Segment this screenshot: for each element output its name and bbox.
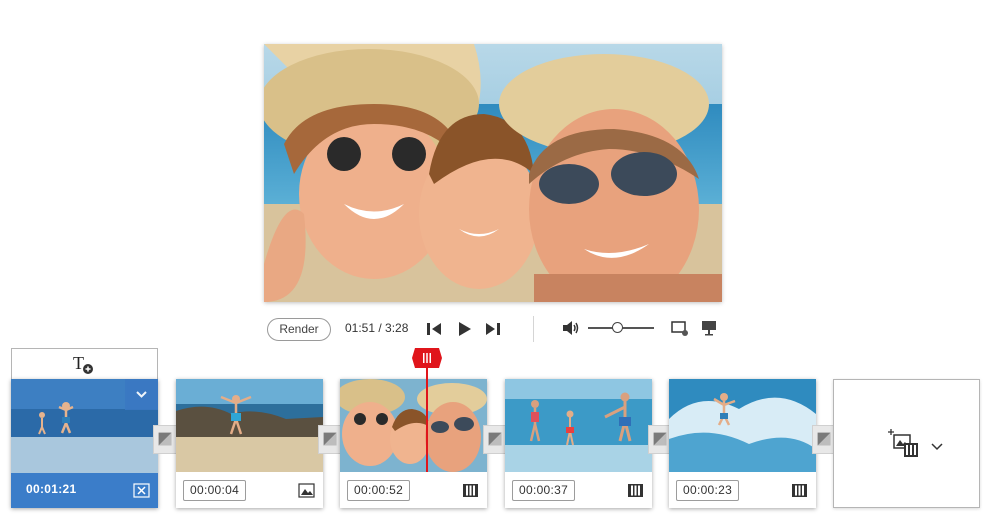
render-button[interactable]: Render	[267, 318, 331, 341]
clip-duration: 00:01:21	[26, 482, 77, 496]
timeline-clip-3[interactable]: 00:00:52	[340, 379, 487, 508]
play-icon[interactable]	[454, 319, 474, 339]
video-clip-icon	[791, 483, 808, 498]
svg-text:T: T	[73, 353, 84, 373]
volume-slider-knob[interactable]	[612, 322, 624, 333]
add-media-icon[interactable]	[887, 426, 921, 460]
timeline-clip-1[interactable]: 00:01:21	[11, 379, 158, 508]
clip-duration: 00:00:04	[183, 480, 247, 501]
timecode-display: 01:51 / 3:28	[345, 321, 409, 335]
video-clip-icon	[462, 483, 479, 498]
clip-thumbnail	[505, 379, 652, 472]
clip-thumbnail	[176, 379, 323, 472]
external-display-icon[interactable]	[700, 319, 718, 337]
clip-options-dropdown[interactable]	[125, 379, 158, 410]
video-clip-icon	[627, 483, 644, 498]
clip-thumbnail	[340, 379, 487, 472]
timeline-clip-5[interactable]: 00:00:23	[669, 379, 816, 508]
clip-duration: 00:00:52	[347, 480, 411, 501]
image-clip-icon	[298, 483, 315, 498]
video-preview[interactable]	[264, 44, 722, 302]
volume-icon[interactable]	[561, 319, 581, 337]
transition-slot-1[interactable]	[153, 425, 178, 454]
skip-back-icon[interactable]	[424, 319, 444, 339]
fullscreen-settings-icon[interactable]	[671, 319, 689, 337]
skip-forward-icon[interactable]	[483, 319, 503, 339]
remove-title-icon[interactable]	[133, 483, 150, 498]
playhead-line[interactable]	[426, 368, 428, 472]
playhead-marker-icon[interactable]	[411, 347, 443, 369]
timeline-clip-2[interactable]: 00:00:04	[176, 379, 323, 508]
add-title-icon[interactable]: T	[72, 353, 96, 375]
video-editor: Render 01:51 / 3:28 T 00:01:21 00:00:04 …	[0, 0, 1000, 528]
clip-thumbnail	[669, 379, 816, 472]
controls-divider	[533, 316, 534, 342]
chevron-down-icon[interactable]	[931, 443, 943, 451]
clip-duration: 00:00:37	[512, 480, 576, 501]
add-media-slot[interactable]	[833, 379, 980, 508]
timeline-clip-4[interactable]: 00:00:37	[505, 379, 652, 508]
clip-duration: 00:00:23	[676, 480, 740, 501]
